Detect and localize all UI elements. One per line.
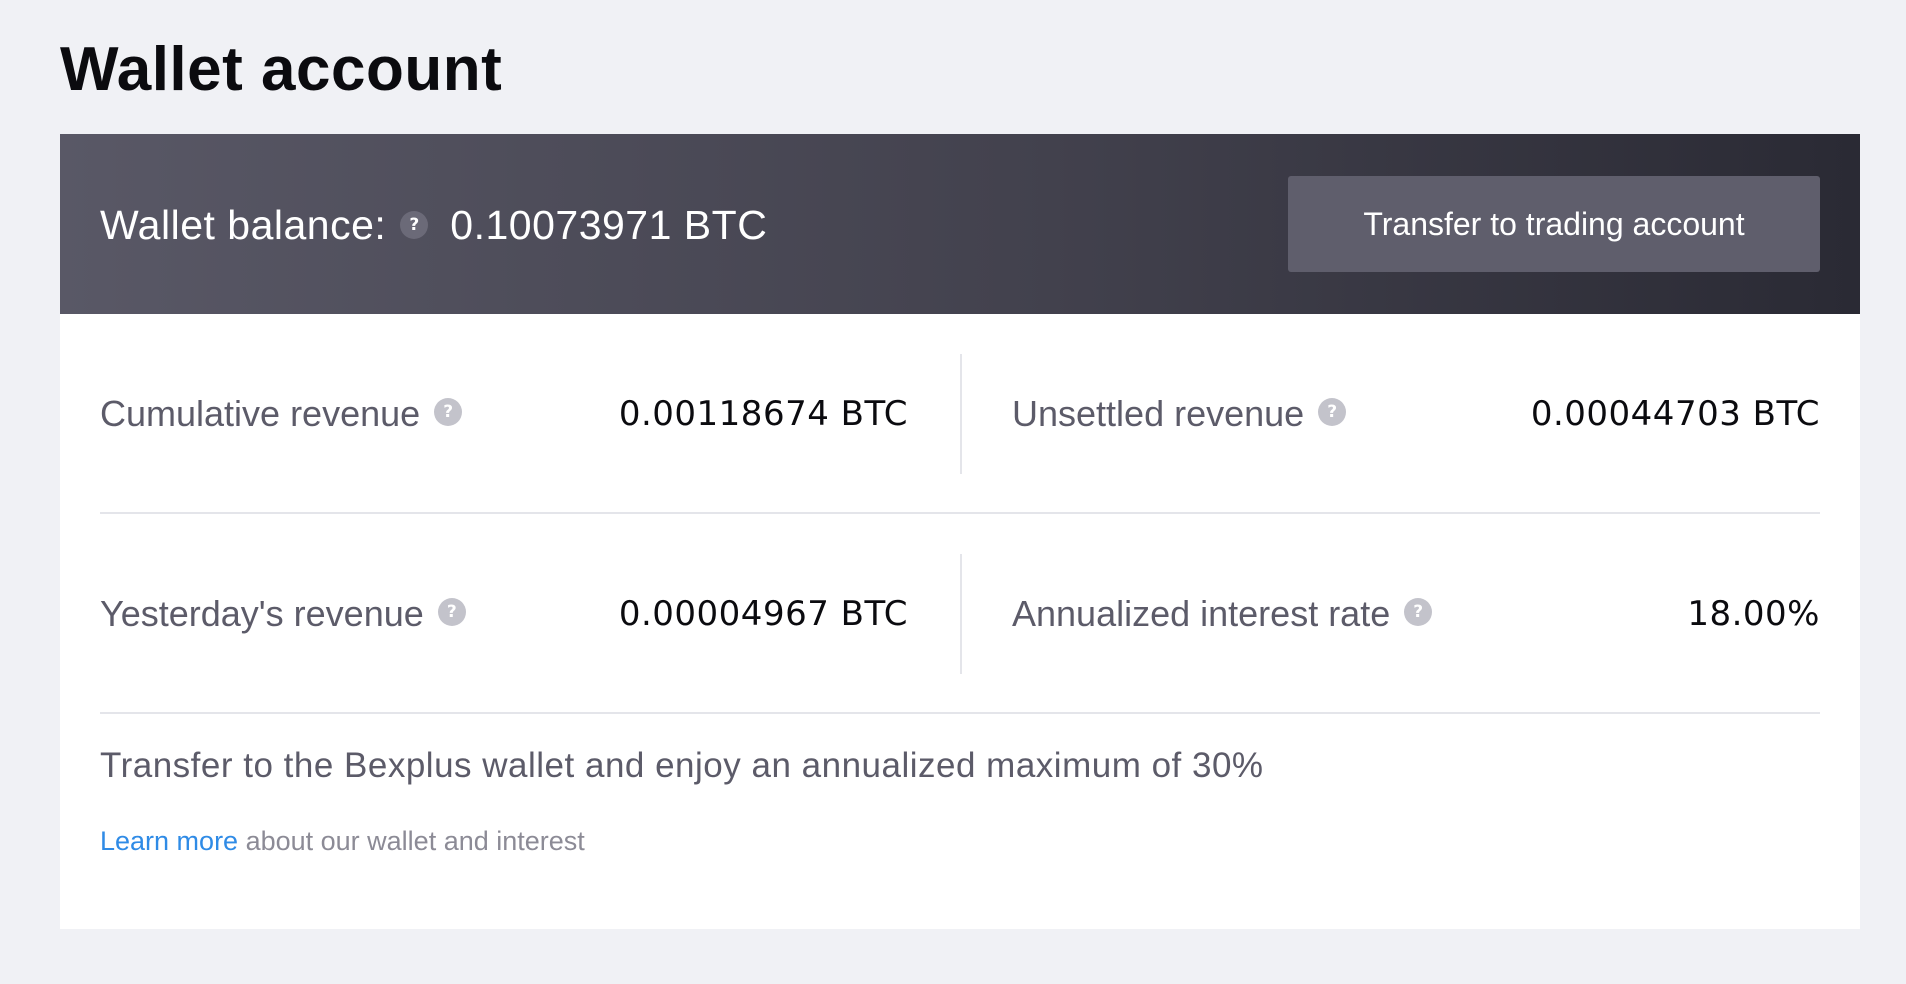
cumulative-revenue-stat: Cumulative revenue ? 0.00118674 BTC: [100, 314, 908, 514]
wallet-balance-header: Wallet balance: ? 0.10073971 BTC Transfe…: [60, 134, 1860, 314]
column-divider: [960, 354, 962, 474]
revenue-row-2: Yesterday's revenue ? 0.00004967 BTC Ann…: [100, 514, 1820, 714]
yesterdays-revenue-help-icon[interactable]: ?: [437, 598, 466, 626]
promo-text: Transfer to the Bexplus wallet and enjoy…: [100, 746, 1264, 785]
unsettled-revenue-label-group: Unsettled revenue ?: [1012, 393, 1347, 435]
wallet-card: Wallet balance: ? 0.10073971 BTC Transfe…: [60, 134, 1860, 929]
cumulative-revenue-help-icon[interactable]: ?: [434, 398, 463, 426]
learn-more-line: Learn more about our wallet and interest: [100, 826, 585, 857]
unsettled-revenue-value: 0.00044703 BTC: [1530, 394, 1820, 434]
annualized-interest-rate-stat: Annualized interest rate ? 18.00%: [1012, 514, 1820, 714]
revenue-row-1: Cumulative revenue ? 0.00118674 BTC Unse…: [100, 314, 1820, 514]
annualized-interest-rate-label-group: Annualized interest rate ?: [1012, 593, 1433, 635]
learn-more-suffix: about our wallet and interest: [238, 826, 585, 856]
annualized-interest-rate-label: Annualized interest rate: [1012, 593, 1391, 634]
wallet-balance-help-icon[interactable]: ?: [400, 211, 429, 239]
unsettled-revenue-label: Unsettled revenue: [1012, 393, 1305, 434]
wallet-balance: Wallet balance: ? 0.10073971 BTC: [100, 190, 767, 260]
annualized-interest-rate-value: 18.00%: [1687, 594, 1820, 634]
yesterdays-revenue-stat: Yesterday's revenue ? 0.00004967 BTC: [100, 514, 908, 714]
column-divider: [960, 554, 962, 674]
wallet-balance-value: 0.10073971 BTC: [450, 201, 768, 248]
row-divider: [100, 712, 1820, 714]
cumulative-revenue-value: 0.00118674 BTC: [618, 394, 908, 434]
yesterdays-revenue-label-group: Yesterday's revenue ?: [100, 593, 466, 635]
cumulative-revenue-label: Cumulative revenue: [100, 393, 421, 434]
unsettled-revenue-stat: Unsettled revenue ? 0.00044703 BTC: [1012, 314, 1820, 514]
cumulative-revenue-label-group: Cumulative revenue ?: [100, 393, 463, 435]
learn-more-link[interactable]: Learn more: [100, 826, 238, 856]
yesterdays-revenue-value: 0.00004967 BTC: [618, 594, 908, 634]
yesterdays-revenue-label: Yesterday's revenue: [100, 593, 424, 634]
annualized-interest-rate-help-icon[interactable]: ?: [1404, 598, 1433, 626]
transfer-to-trading-button[interactable]: Transfer to trading account: [1288, 176, 1820, 272]
page-title: Wallet account: [60, 35, 503, 104]
unsettled-revenue-help-icon[interactable]: ?: [1318, 398, 1347, 426]
wallet-balance-label: Wallet balance:: [100, 201, 387, 248]
